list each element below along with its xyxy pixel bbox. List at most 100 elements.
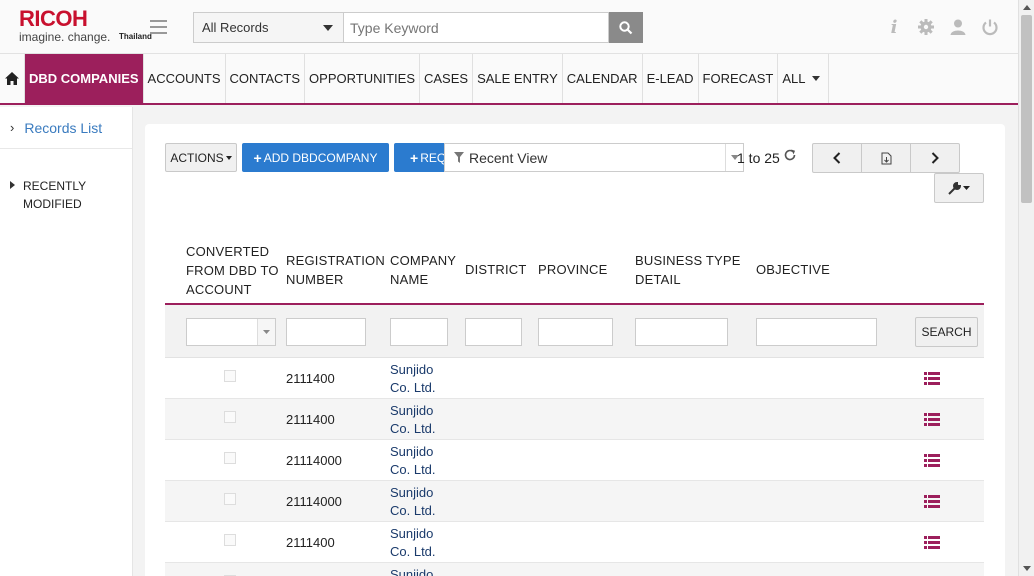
company-name-line: Sunjido	[390, 362, 434, 377]
list-details-icon[interactable]	[924, 454, 940, 468]
nav-cases[interactable]: CASES	[420, 54, 474, 103]
previous-page-button[interactable]	[813, 144, 862, 172]
company-name-link[interactable]: Sunjido Co. Ltd.	[390, 484, 450, 520]
next-page-button[interactable]	[911, 144, 959, 172]
recently-modified-label-2: MODIFIED	[23, 197, 82, 211]
list-details-icon[interactable]	[924, 372, 940, 386]
list-details-icon[interactable]	[924, 536, 940, 550]
page-scrollbar[interactable]	[1018, 0, 1034, 576]
col-converted-line: FROM DBD TO	[186, 263, 279, 278]
recently-modified-toggle[interactable]: RECENTLY MODIFIED	[0, 149, 132, 213]
view-select[interactable]: Recent View	[444, 143, 744, 172]
caret-right-icon	[10, 181, 15, 189]
company-name-line: Co. Ltd.	[390, 421, 436, 436]
document-icon	[881, 152, 891, 164]
hamburger-menu-icon[interactable]	[150, 20, 167, 34]
record-scope-value: All Records	[202, 20, 269, 35]
nav-forecast[interactable]: FORECAST	[699, 54, 779, 103]
company-name-line: Sunjido	[390, 403, 434, 418]
company-name-line: Sunjido	[390, 444, 434, 459]
gear-icon[interactable]	[916, 17, 936, 37]
nav-label: SALE ENTRY	[477, 71, 558, 86]
converted-filter-select[interactable]	[186, 318, 276, 346]
export-page-button[interactable]	[862, 144, 911, 172]
records-panel: ACTIONS + ADD DBDCOMPANY + REQ Recent View…	[145, 124, 1005, 576]
col-converted-line: ACCOUNT	[186, 282, 252, 297]
plus-icon: +	[253, 149, 262, 166]
registration-number: 21114000	[286, 453, 342, 468]
add-dbdcompany-button[interactable]: + ADD DBDCOMPANY	[242, 143, 389, 172]
company-name-link[interactable]: Sunjido Co. Ltd.	[390, 361, 450, 397]
col-objective[interactable]: OBJECTIVE	[756, 260, 830, 279]
registration-number: 2111400	[286, 371, 335, 386]
col-business-type[interactable]: BUSINESS TYPE DETAIL	[635, 251, 741, 289]
col-registration-number[interactable]: REGISTRATION NUMBER	[286, 251, 385, 289]
home-button[interactable]	[0, 54, 25, 103]
table-row[interactable]: 2111400 Sunjido Co. Ltd.	[165, 399, 984, 440]
col-business-line: BUSINESS TYPE	[635, 253, 741, 268]
col-converted[interactable]: CONVERTED FROM DBD TO ACCOUNT	[186, 242, 279, 299]
company-name-link[interactable]: Sunjido	[390, 566, 450, 576]
nav-sale-entry[interactable]: SALE ENTRY	[473, 54, 563, 103]
company-name-link[interactable]: Sunjido Co. Ltd.	[390, 402, 450, 438]
col-company-name[interactable]: COMPANY NAME	[390, 251, 456, 289]
company-name-link[interactable]: Sunjido Co. Ltd.	[390, 525, 450, 561]
scroll-down-icon[interactable]	[1023, 566, 1031, 571]
pager	[812, 143, 960, 173]
table-row[interactable]: Sunjido	[165, 563, 984, 576]
nav-calendar[interactable]: CALENDAR	[563, 54, 643, 103]
nav-label: CASES	[424, 71, 469, 86]
chevron-right-icon	[931, 152, 939, 164]
user-icon[interactable]	[948, 17, 968, 37]
list-details-icon[interactable]	[924, 495, 940, 509]
ricoh-logo[interactable]: RICOH imagine. change.	[19, 8, 110, 45]
nav-accounts[interactable]: ACCOUNTS	[144, 54, 226, 103]
converted-checkbox	[224, 452, 236, 464]
nav-contacts[interactable]: CONTACTS	[226, 54, 306, 103]
table-row[interactable]: 21114000 Sunjido Co. Ltd.	[165, 440, 984, 481]
recently-modified-label-1: RECENTLY	[23, 179, 87, 193]
request-button[interactable]: + REQ	[394, 143, 446, 172]
search-filter-button[interactable]: SEARCH	[915, 317, 978, 347]
company-name-link[interactable]: Sunjido Co. Ltd.	[390, 443, 450, 479]
power-icon[interactable]	[980, 17, 1000, 37]
converted-checkbox	[224, 493, 236, 505]
table-row[interactable]: 2111400 Sunjido Co. Ltd.	[165, 522, 984, 563]
table-row[interactable]: 21114000 Sunjido Co. Ltd.	[165, 481, 984, 522]
col-province[interactable]: PROVINCE	[538, 260, 608, 279]
district-filter-input[interactable]	[465, 318, 522, 346]
nav-e-lead[interactable]: E-LEAD	[643, 54, 699, 103]
add-label: ADD DBDCOMPANY	[263, 150, 378, 165]
chevron-down-icon	[225, 155, 232, 160]
record-scope-select[interactable]: All Records	[193, 12, 344, 43]
filter-row: SEARCH	[165, 305, 984, 358]
province-filter-input[interactable]	[538, 318, 613, 346]
actions-label: ACTIONS	[170, 150, 224, 165]
info-icon[interactable]: i	[884, 17, 904, 38]
records-list-link[interactable]: › Records List	[0, 107, 132, 149]
scrollbar-thumb[interactable]	[1021, 15, 1032, 203]
company-name-line: Co. Ltd.	[390, 462, 436, 477]
table-header: CONVERTED FROM DBD TO ACCOUNT REGISTRATI…	[165, 242, 984, 305]
list-details-icon[interactable]	[924, 413, 940, 427]
sidebar: › Records List RECENTLY MODIFIED	[0, 107, 133, 576]
view-select-value: Recent View	[469, 149, 548, 166]
col-district[interactable]: DISTRICT	[465, 260, 527, 279]
tools-button[interactable]	[934, 173, 984, 203]
plus-icon: +	[410, 149, 419, 166]
actions-button[interactable]: ACTIONS	[165, 143, 237, 172]
registration-filter-input[interactable]	[286, 318, 366, 346]
business-filter-input[interactable]	[635, 318, 728, 346]
refresh-icon[interactable]	[783, 148, 797, 166]
nav-opportunities[interactable]: OPPORTUNITIES	[305, 54, 420, 103]
nav-dbd-companies[interactable]: DBD COMPANIES	[25, 54, 144, 103]
table-row[interactable]: 2111400 Sunjido Co. Ltd.	[165, 358, 984, 399]
converted-checkbox	[224, 534, 236, 546]
keyword-search-input[interactable]	[344, 12, 609, 43]
objective-filter-input[interactable]	[756, 318, 877, 346]
nav-all[interactable]: ALL	[778, 54, 830, 103]
main-nav: DBD COMPANIES ACCOUNTS CONTACTS OPPORTUN…	[0, 54, 1018, 105]
company-filter-input[interactable]	[390, 318, 448, 346]
search-button[interactable]	[609, 12, 643, 43]
scroll-up-icon[interactable]	[1023, 5, 1031, 10]
